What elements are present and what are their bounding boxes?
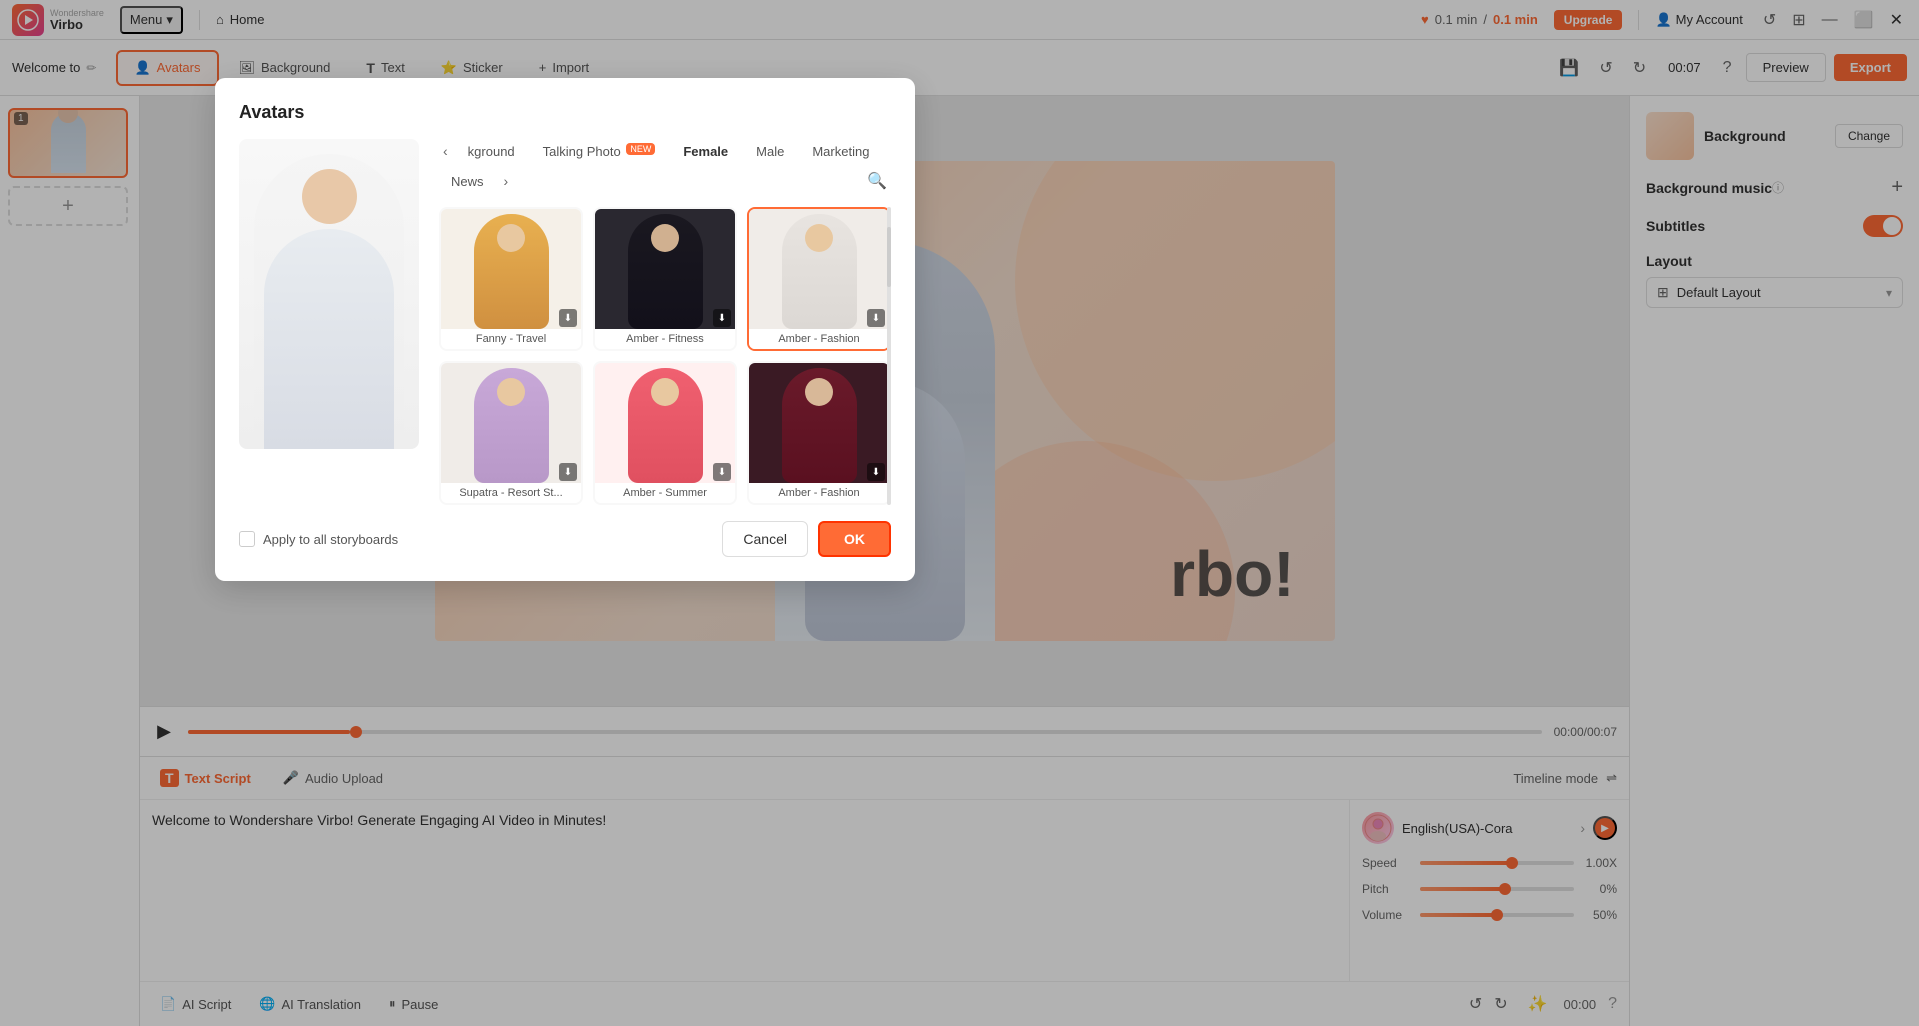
download-icon-3: ⬇: [867, 309, 885, 327]
download-icon-2: ⬇: [713, 309, 731, 327]
cat-female-label: Female: [683, 144, 728, 159]
scroll-thumb: [887, 227, 891, 287]
avatar-right: ‹ kground Talking Photo NEW Female Male: [439, 139, 891, 505]
category-tabs: ‹ kground Talking Photo NEW Female Male: [439, 139, 891, 195]
cat-talking-photo-label: Talking Photo: [543, 144, 621, 159]
cat-prev-button[interactable]: ‹: [439, 139, 452, 163]
cat-male-label: Male: [756, 144, 784, 159]
ok-button[interactable]: OK: [818, 521, 891, 557]
avatar-card-5-label: Amber - Summer: [595, 483, 735, 503]
download-icon-4: ⬇: [559, 463, 577, 481]
apply-all-checkbox[interactable]: [239, 531, 255, 547]
avatar-card-amber-fashion-2[interactable]: ⬇ Amber - Fashion: [747, 361, 891, 505]
avatar-grid: ⬇ Fanny - Travel ⬇ Amber - Fitness: [439, 207, 891, 505]
modal-body: ‹ kground Talking Photo NEW Female Male: [239, 139, 891, 505]
apply-all-checkbox-area[interactable]: Apply to all storyboards: [239, 531, 398, 547]
cat-next-button[interactable]: ›: [500, 169, 513, 193]
avatar-card-6-label: Amber - Fashion: [749, 483, 889, 503]
avatar-card-supatra[interactable]: ⬇ Supatra - Resort St...: [439, 361, 583, 505]
search-button[interactable]: 🔍: [863, 167, 891, 195]
cat-talking-photo[interactable]: Talking Photo NEW: [531, 140, 668, 163]
download-icon-5: ⬇: [713, 463, 731, 481]
avatar-card-2-label: Amber - Fitness: [595, 329, 735, 349]
download-icon-1: ⬇: [559, 309, 577, 327]
modal-actions: Cancel OK: [722, 521, 891, 557]
avatar-card-fanny-travel[interactable]: ⬇ Fanny - Travel: [439, 207, 583, 351]
avatar-card-amber-fashion-1[interactable]: ⬇ Amber - Fashion: [747, 207, 891, 351]
avatar-figure: [254, 154, 404, 449]
new-badge: NEW: [626, 143, 655, 155]
avatar-grid-container: ⬇ Fanny - Travel ⬇ Amber - Fitness: [439, 207, 891, 505]
cancel-button[interactable]: Cancel: [722, 521, 808, 557]
cat-news[interactable]: News: [439, 170, 496, 193]
cat-background-label: kground: [468, 144, 515, 159]
apply-all-label: Apply to all storyboards: [263, 532, 398, 547]
cat-male[interactable]: Male: [744, 140, 796, 163]
avatar-card-amber-fitness[interactable]: ⬇ Amber - Fitness: [593, 207, 737, 351]
avatars-modal: Avatars ‹ kground: [215, 78, 915, 581]
avatar-preview-large: [239, 139, 419, 449]
avatar-card-4-label: Supatra - Resort St...: [441, 483, 581, 503]
avatar-card-3-label: Amber - Fashion: [749, 329, 889, 349]
cat-marketing[interactable]: Marketing: [800, 140, 881, 163]
download-icon-6: ⬇: [867, 463, 885, 481]
modal-title: Avatars: [239, 102, 891, 123]
cat-background[interactable]: kground: [456, 140, 527, 163]
cat-marketing-label: Marketing: [812, 144, 869, 159]
avatar-preview-container: [239, 139, 419, 505]
avatar-card-1-label: Fanny - Travel: [441, 329, 581, 349]
avatar-card-amber-summer[interactable]: ⬇ Amber - Summer: [593, 361, 737, 505]
modal-overlay: Avatars ‹ kground: [0, 0, 1919, 1026]
cat-female[interactable]: Female: [671, 140, 740, 163]
scroll-bar: [887, 207, 891, 505]
cat-news-label: News: [451, 174, 484, 189]
modal-footer: Apply to all storyboards Cancel OK: [239, 521, 891, 557]
